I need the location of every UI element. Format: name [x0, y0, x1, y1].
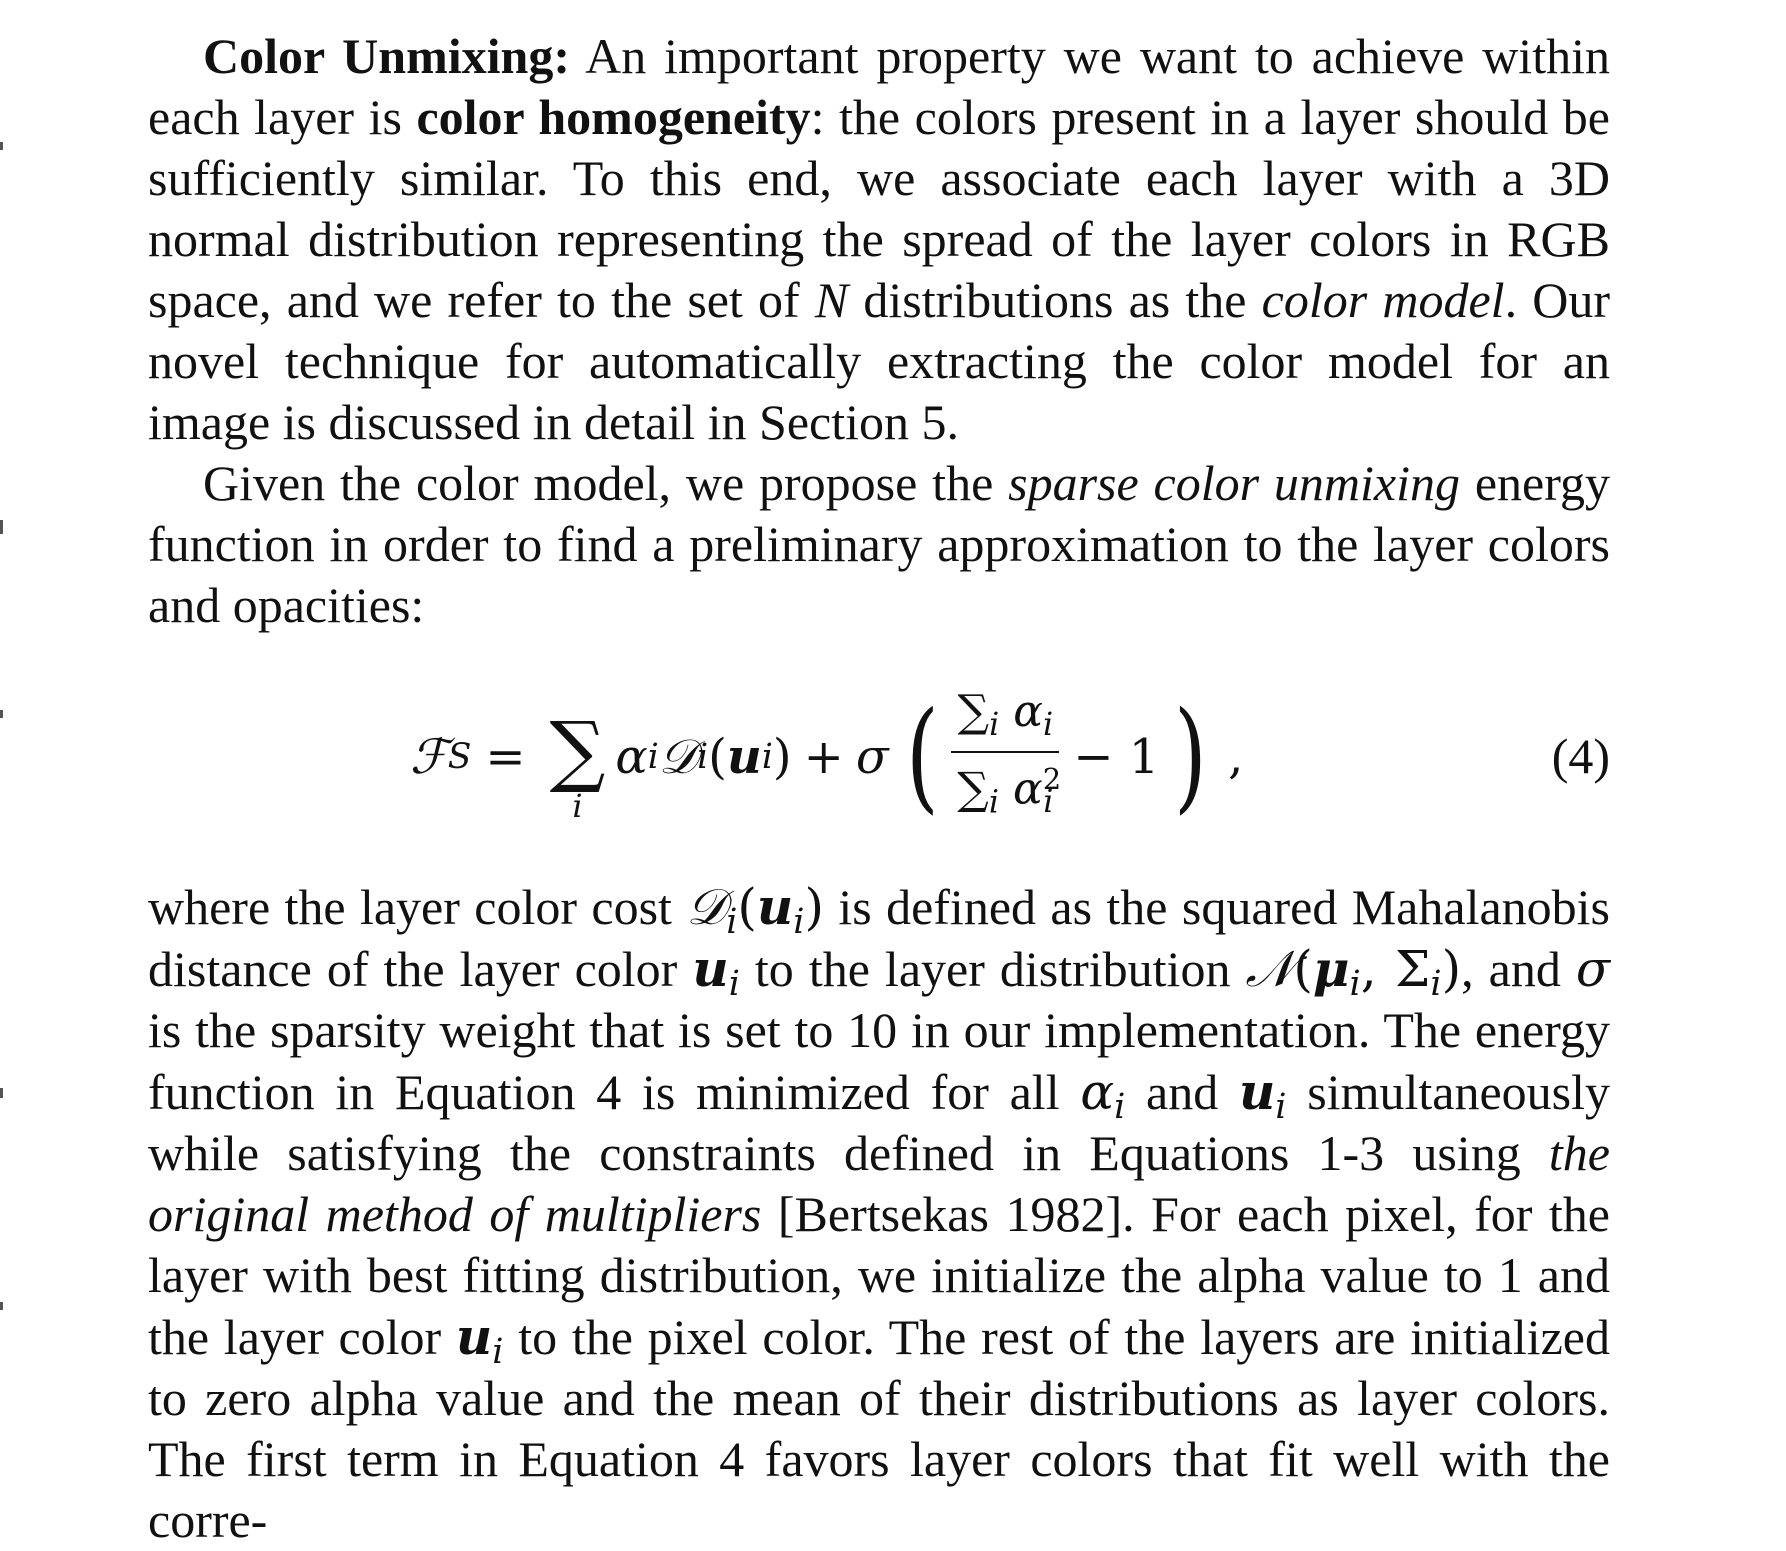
- equation-4: ℱS = ∑ i α i 𝒟i(u i) + σ ( ∑i αi ∑i α2i − 1…: [148, 664, 1610, 854]
- math-sub-i: i: [1430, 963, 1442, 1004]
- eq-sub-i: i: [1043, 784, 1054, 821]
- fraction-numerator: ∑i αi: [952, 686, 1059, 751]
- sum-index: i: [572, 787, 583, 825]
- math-alpha: α: [1080, 1063, 1115, 1121]
- edge-artifact: [0, 520, 3, 534]
- paragraph-sparse-unmixing: Given the color model, we propose the sp…: [148, 453, 1610, 636]
- eq-sub-i: i: [1042, 706, 1054, 743]
- eq-sub-i: i: [988, 784, 999, 821]
- math-sub-i: i: [726, 901, 738, 942]
- eq-sub-i: i: [647, 736, 659, 777]
- math-u: u: [1238, 1062, 1276, 1121]
- eq-lhs: ℱ: [410, 728, 448, 785]
- math-sub-i: i: [793, 901, 805, 942]
- eq-minus-one: − 1: [1073, 728, 1160, 785]
- math-sub-i: i: [1114, 1086, 1126, 1127]
- math-sigma: σ: [1575, 940, 1610, 998]
- body-text: and: [1125, 1064, 1239, 1120]
- math-u: u: [455, 1307, 493, 1366]
- edge-artifact: [0, 1302, 3, 1310]
- math-u-i: ui: [692, 939, 740, 1001]
- body-text: to the layer distribution: [739, 941, 1246, 997]
- edge-artifact: [0, 710, 3, 718]
- eq-alpha: α: [1012, 763, 1043, 815]
- sum-symbol: ∑: [549, 706, 606, 796]
- math-normal-distribution: 𝒩(μi, Σi): [1245, 939, 1462, 1004]
- eq-sub-i: i: [761, 736, 773, 777]
- bold-term: color homogeneity: [416, 89, 811, 145]
- math-sub-i: i: [492, 1331, 504, 1372]
- body-text: Given the color model, we propose the: [203, 455, 1009, 511]
- eq-comma: ,: [1228, 728, 1244, 785]
- math-u: u: [692, 939, 729, 998]
- paragraph-layer-color-cost: where the layer color cost 𝒟i(ui) is def…: [148, 876, 1610, 1551]
- eq-sub-i: i: [989, 706, 1000, 743]
- paragraph-color-unmixing: Color Unmixing: An important property we…: [148, 26, 1610, 453]
- equation-number: (4): [1551, 728, 1610, 784]
- math-sub-i: i: [1349, 963, 1361, 1004]
- math-Sigma: Σ: [1395, 940, 1431, 998]
- text-column: Color Unmixing: An important property we…: [148, 26, 1610, 1551]
- eq-sum: ∑ i: [549, 706, 606, 826]
- eq-u: u: [726, 728, 762, 785]
- eq-fraction: ∑i αi ∑i α2i: [951, 686, 1061, 828]
- sum-symbol: ∑: [957, 763, 989, 815]
- eq-lhs-sub: S: [447, 736, 472, 777]
- variable-N: N: [814, 272, 849, 328]
- eq-equals: =: [485, 728, 526, 785]
- math-alpha-i: αi: [1080, 1063, 1125, 1124]
- edge-artifact: [0, 142, 3, 150]
- body-text: distributions as the: [848, 272, 1262, 328]
- eq-sub-i: i: [697, 736, 709, 777]
- edge-artifact: [0, 1088, 3, 1098]
- fraction-denominator: ∑i α2i: [951, 753, 1061, 828]
- eq-sigma: σ: [855, 728, 889, 785]
- italic-term: color model: [1261, 272, 1505, 328]
- sum-symbol: ∑: [957, 685, 990, 737]
- italic-term: sparse color unmixing: [1008, 455, 1461, 511]
- math-u: u: [756, 877, 794, 936]
- run-in-heading: Color Unmixing:: [203, 28, 570, 84]
- math-N: 𝒩: [1245, 940, 1294, 998]
- equation-body: ℱS = ∑ i α i 𝒟i(u i) + σ ( ∑i αi ∑i α2i − 1…: [410, 682, 1243, 832]
- body-text: , and: [1461, 941, 1576, 997]
- eq-plus: +: [803, 728, 844, 785]
- math-u-i: ui: [455, 1307, 504, 1369]
- eq-D: 𝒟: [658, 728, 698, 785]
- math-D: 𝒟: [686, 878, 727, 936]
- eq-alpha: α: [615, 728, 648, 785]
- math-mu: μ: [1312, 939, 1350, 998]
- math-sub-i: i: [728, 963, 740, 1004]
- body-text: where the layer color cost: [148, 879, 687, 935]
- math-D-i-u-i: 𝒟i(ui): [686, 877, 824, 942]
- math-sub-i: i: [1275, 1086, 1287, 1127]
- eq-alpha: α: [1013, 685, 1043, 737]
- math-u-i: ui: [1238, 1062, 1287, 1124]
